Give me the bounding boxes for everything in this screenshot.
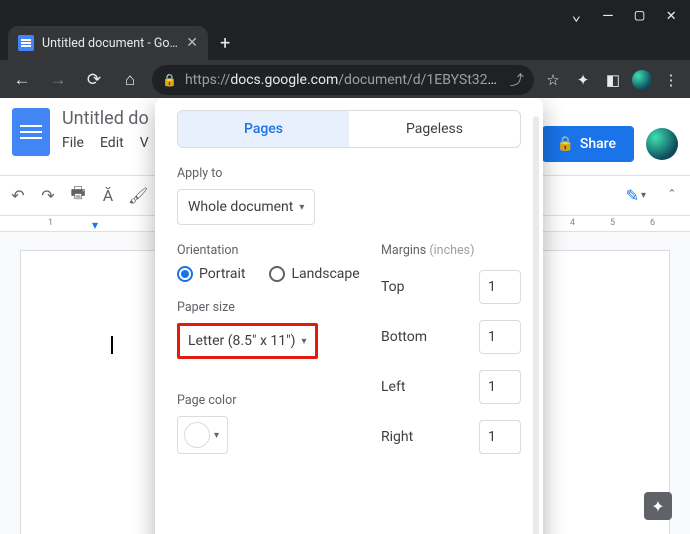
docs-logo-icon[interactable] — [12, 108, 50, 156]
page-setup-dialog: Pages Pageless Apply to Whole document ▾… — [155, 98, 543, 534]
ruler-mark: 4 — [570, 218, 575, 228]
margin-right-label: Right — [381, 429, 413, 445]
page-color-dropdown[interactable]: ▾ — [177, 416, 228, 454]
chevron-down-icon: ▾ — [299, 202, 304, 213]
extensions-icon[interactable]: ✦ — [572, 71, 594, 89]
ruler-mark: 6 — [650, 218, 655, 228]
editing-mode-button[interactable]: ✎ ▾ — [620, 182, 652, 209]
url-path: /document/d/1EBYSt32VhtrH7-q… — [338, 72, 502, 88]
menu-view[interactable]: V — [140, 135, 149, 151]
ruler-mark: 5 — [610, 218, 615, 228]
share-button-label: Share — [580, 136, 616, 152]
chevron-down-icon: ▾ — [641, 190, 646, 201]
paper-size-label: Paper size — [177, 300, 361, 315]
margins-label: Margins (inches) — [381, 243, 521, 258]
apply-to-dropdown[interactable]: Whole document ▾ — [177, 189, 315, 225]
menu-edit[interactable]: Edit — [100, 135, 124, 151]
apply-to-value: Whole document — [188, 199, 293, 215]
dialog-scrollbar[interactable] — [533, 116, 539, 534]
paper-size-dropdown[interactable]: Letter (8.5" x 11") ▾ — [177, 323, 318, 359]
tab-title: Untitled document - Google Do… — [42, 36, 180, 51]
side-panel-icon[interactable]: ◧ — [602, 71, 624, 89]
menu-file[interactable]: File — [62, 135, 84, 151]
nav-forward-icon[interactable]: → — [44, 70, 72, 90]
margin-bottom-input[interactable] — [479, 320, 521, 354]
page-setup-tabs: Pages Pageless — [177, 110, 521, 148]
landscape-label: Landscape — [291, 266, 359, 282]
tab-close-icon[interactable]: ✕ — [180, 35, 198, 51]
share-button[interactable]: 🔒 Share — [542, 126, 634, 162]
margin-top-input[interactable] — [479, 270, 521, 304]
bookmark-icon[interactable]: ☆ — [542, 71, 564, 89]
orientation-landscape-radio[interactable]: Landscape — [269, 266, 359, 282]
browser-profile-avatar[interactable] — [632, 70, 652, 90]
indent-marker-icon[interactable]: ▾ — [92, 218, 98, 232]
margin-top-label: Top — [381, 279, 405, 295]
account-avatar[interactable] — [646, 128, 678, 160]
share-url-icon[interactable]: ⤴ — [510, 70, 524, 90]
chevron-down-icon: ▾ — [301, 336, 306, 347]
browser-toolbar: ← → ⟳ ⌂ 🔒 https://docs.google.com/docume… — [0, 60, 690, 98]
chevron-down-icon: ▾ — [214, 430, 219, 441]
collapse-icon[interactable]: ˆ — [662, 186, 682, 205]
url-proto: https:// — [185, 72, 230, 88]
portrait-label: Portrait — [199, 266, 245, 282]
lock-icon: 🔒 — [162, 73, 177, 87]
new-tab-button[interactable]: + — [208, 26, 242, 60]
orientation-portrait-radio[interactable]: Portrait — [177, 266, 245, 282]
nav-home-icon[interactable]: ⌂ — [116, 70, 144, 90]
paint-format-icon[interactable]: 🖌 — [128, 186, 148, 205]
tab-pageless[interactable]: Pageless — [349, 111, 520, 147]
lock-icon: 🔒 — [556, 136, 573, 152]
window-close-icon[interactable]: ✕ — [666, 5, 676, 24]
explore-button[interactable]: ✦ — [644, 492, 672, 520]
color-swatch-icon — [184, 422, 210, 448]
browser-menu-icon[interactable]: ⋮ — [660, 71, 682, 89]
tab-pages[interactable]: Pages — [178, 111, 349, 147]
margin-left-input[interactable] — [479, 370, 521, 404]
browser-tab[interactable]: Untitled document - Google Do… ✕ — [8, 26, 208, 60]
redo-icon[interactable]: ↷ — [38, 186, 58, 205]
window-maximize-icon[interactable]: ▢ — [635, 5, 645, 24]
page-color-label: Page color — [177, 393, 361, 408]
url-host: docs.google.com — [230, 72, 338, 88]
margin-bottom-label: Bottom — [381, 329, 427, 345]
window-titlebar: ⌄ — ▢ ✕ — [0, 0, 690, 24]
nav-reload-icon[interactable]: ⟳ — [80, 70, 108, 90]
window-minimize-icon[interactable]: — — [603, 5, 613, 24]
spellcheck-icon[interactable]: Ӑ — [98, 186, 118, 205]
margin-right-input[interactable] — [479, 420, 521, 454]
page-viewport: Untitled do File Edit V 🔒 Share ↶ ↷ 🖶 Ӑ … — [0, 98, 690, 534]
paper-size-value: Letter (8.5" x 11") — [188, 333, 295, 349]
address-bar[interactable]: 🔒 https://docs.google.com/document/d/1EB… — [152, 65, 534, 95]
margin-left-label: Left — [381, 379, 405, 395]
pencil-icon: ✎ — [626, 186, 639, 205]
docs-favicon-icon — [18, 35, 34, 51]
nav-back-icon[interactable]: ← — [8, 70, 36, 90]
print-icon[interactable]: 🖶 — [68, 182, 88, 209]
url-text: https://docs.google.com/document/d/1EBYS… — [185, 72, 502, 88]
browser-tabstrip: Untitled document - Google Do… ✕ + — [0, 24, 690, 60]
browser-window: ⌄ — ▢ ✕ Untitled document - Google Do… ✕… — [0, 0, 690, 534]
orientation-label: Orientation — [177, 243, 361, 258]
text-cursor — [111, 336, 113, 354]
apply-to-label: Apply to — [177, 166, 521, 181]
ruler-mark: 1 — [48, 218, 53, 228]
window-dropdown-icon[interactable]: ⌄ — [571, 5, 581, 24]
undo-icon[interactable]: ↶ — [8, 186, 28, 205]
